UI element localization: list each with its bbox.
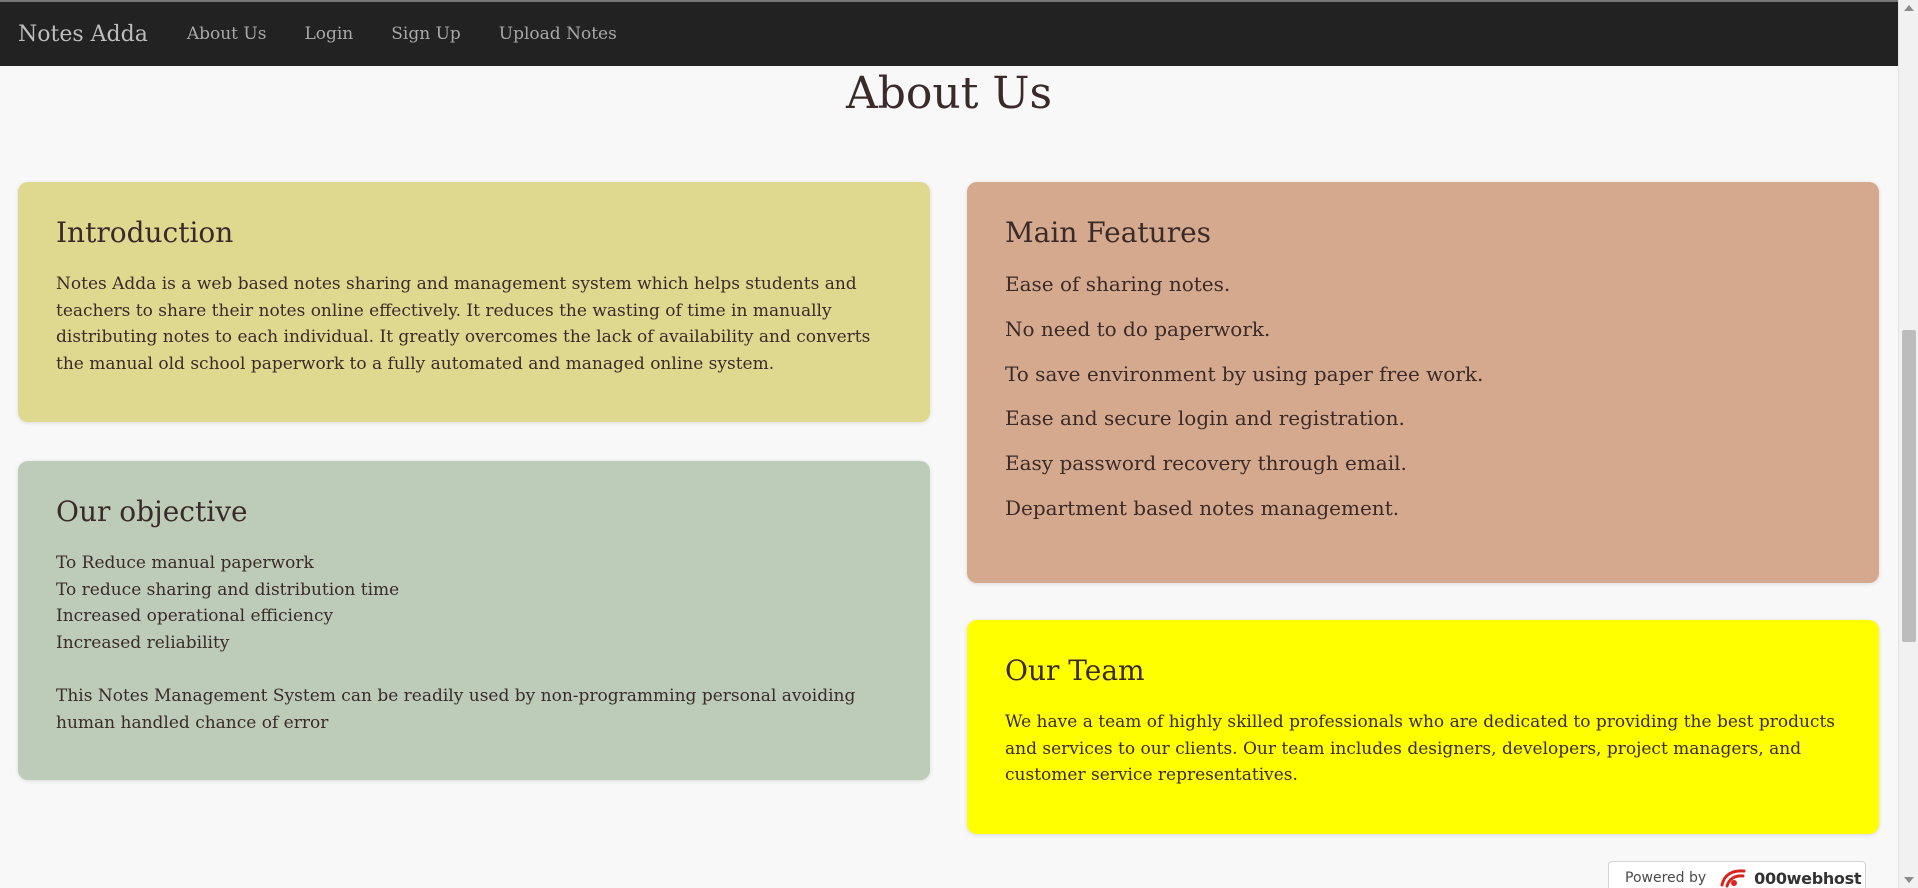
- objective-item: To reduce sharing and distribution time: [56, 579, 400, 600]
- webhost-brand: 000webhost: [1754, 868, 1862, 888]
- brand-link[interactable]: Notes Adda: [18, 22, 148, 47]
- objective-item: To Reduce manual paperwork: [56, 553, 314, 573]
- our-team-card: Our Team We have a team of highly skille…: [967, 620, 1879, 834]
- feature-item: Department based notes management.: [1005, 495, 1400, 520]
- main-features-card: Main Features Ease of sharing notes. No …: [967, 182, 1879, 583]
- feature-item: No need to do paperwork.: [1005, 316, 1271, 341]
- features-list: Ease of sharing notes. No need to do pap…: [1005, 271, 1841, 521]
- introduction-card: Introduction Notes Adda is a web based n…: [18, 182, 930, 422]
- objective-item: Increased operational efficiency: [56, 606, 334, 627]
- objective-item: Increased reliability: [56, 632, 230, 653]
- page-title: About Us: [845, 68, 1053, 119]
- nav-sign-up[interactable]: Sign Up: [372, 24, 480, 44]
- powered-by-label: Powered by: [1625, 870, 1707, 886]
- objective-note: This Notes Management System can be read…: [56, 686, 856, 733]
- introduction-heading: Introduction: [56, 216, 234, 249]
- top-navbar: Notes Adda About Us Login Sign Up Upload…: [0, 0, 1898, 66]
- scroll-down-icon[interactable]: [1904, 877, 1914, 883]
- feature-item: To save environment by using paper free …: [1005, 361, 1484, 386]
- feature-item: Ease and secure login and registration.: [1005, 406, 1405, 431]
- scroll-up-icon[interactable]: [1904, 5, 1914, 11]
- objective-list: To Reduce manual paperwork To reduce sha…: [56, 550, 892, 656]
- main-features-heading: Main Features: [1005, 216, 1212, 249]
- our-team-text: We have a team of highly skilled profess…: [1005, 712, 1836, 786]
- nav-upload-notes[interactable]: Upload Notes: [480, 24, 636, 44]
- vertical-scrollbar[interactable]: [1898, 0, 1918, 888]
- objective-heading: Our objective: [56, 495, 248, 528]
- feature-item: Ease of sharing notes.: [1005, 272, 1231, 296]
- powered-by-badge[interactable]: Powered by 000webhost: [1608, 861, 1866, 888]
- our-team-heading: Our Team: [1005, 654, 1145, 687]
- scrollbar-thumb[interactable]: [1902, 330, 1916, 642]
- nav-about-us[interactable]: About Us: [168, 24, 286, 44]
- webhost-logo-icon: [1718, 867, 1748, 888]
- introduction-text: Notes Adda is a web based notes sharing …: [56, 274, 871, 374]
- objective-card: Our objective To Reduce manual paperwork…: [18, 461, 930, 780]
- nav-login[interactable]: Login: [285, 24, 372, 44]
- feature-item: Easy password recovery through email.: [1005, 451, 1407, 476]
